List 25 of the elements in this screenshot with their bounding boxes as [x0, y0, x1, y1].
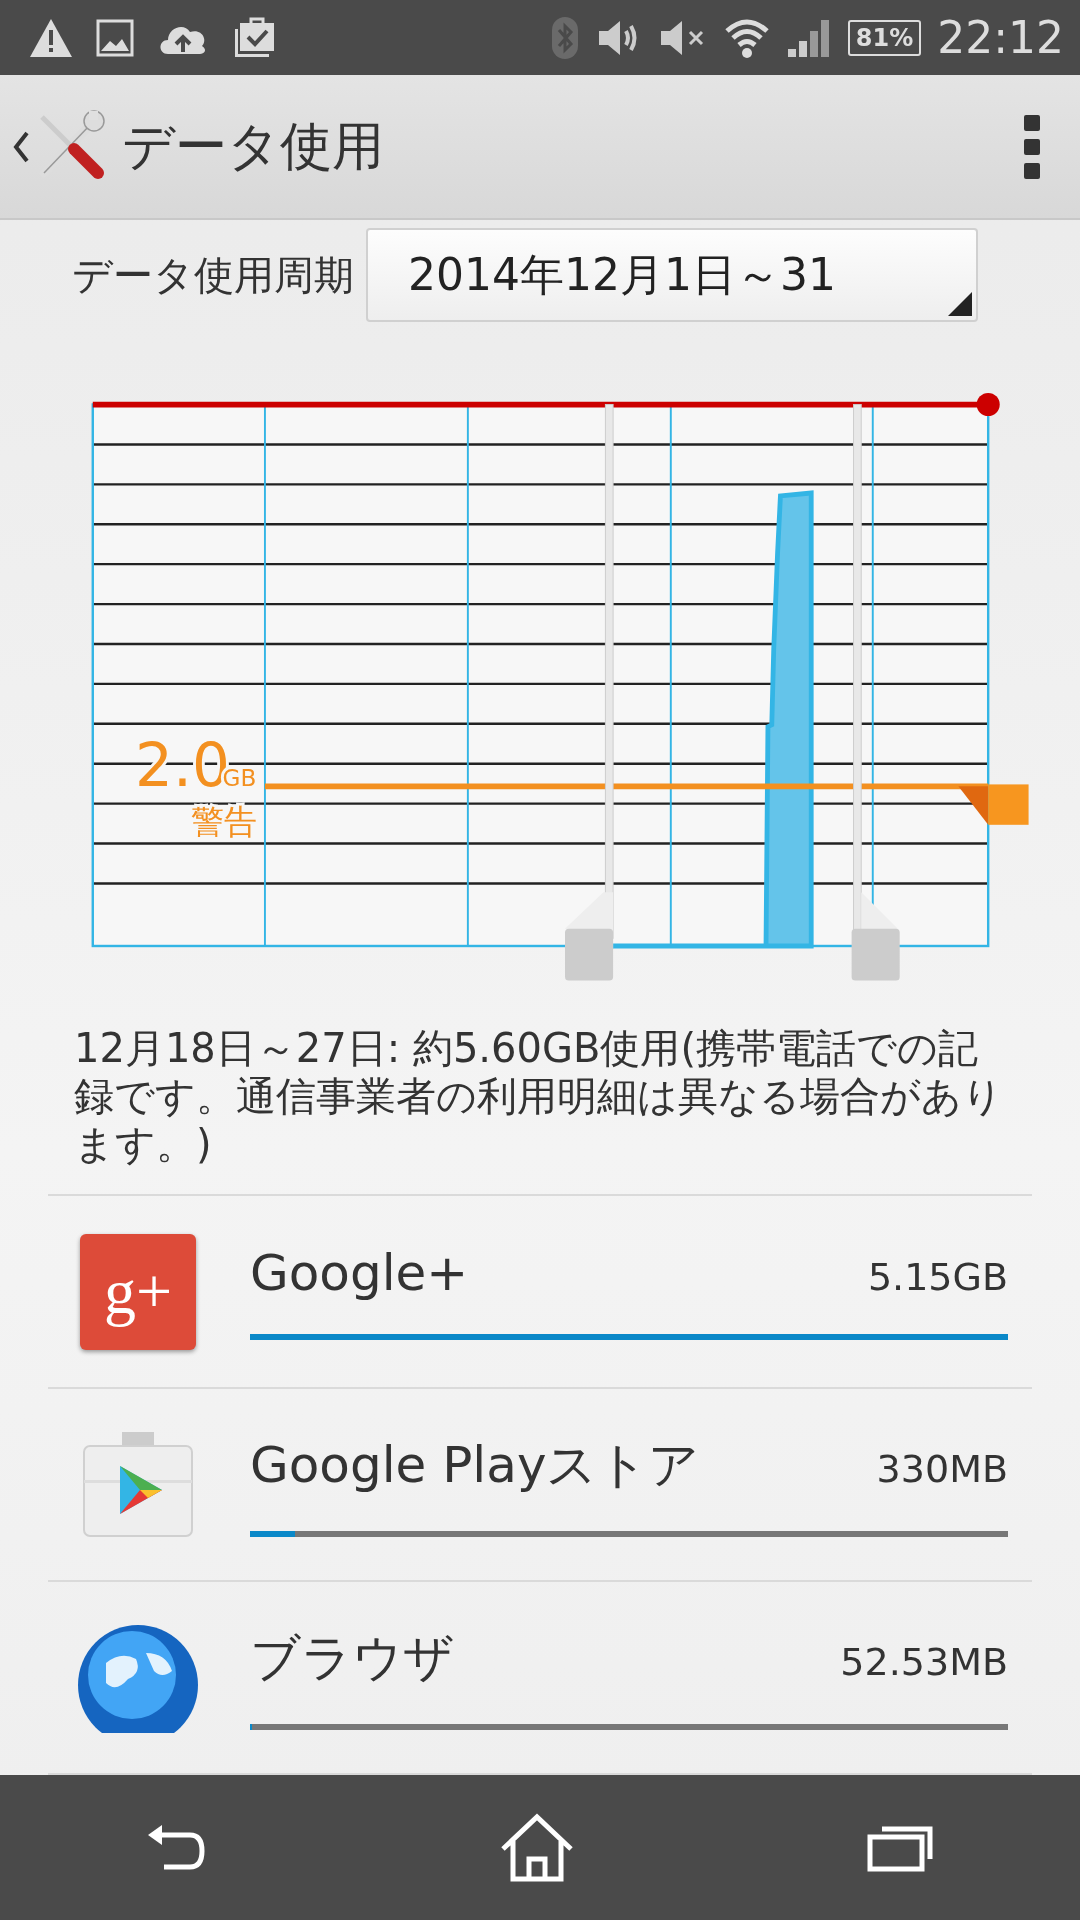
wifi-icon: [723, 16, 770, 59]
app-usage-row[interactable]: g+ Google+ 5.15GB: [48, 1196, 1032, 1389]
app-icon: g+: [80, 1233, 196, 1350]
clock-time: 22:12: [937, 12, 1064, 63]
bag-icon: [82, 1429, 194, 1540]
warning-label: 警告: [191, 802, 258, 841]
app-usage-amount: 5.15GB: [867, 1254, 1008, 1299]
app-usage-row[interactable]: ブラウザ 52.53MB: [48, 1582, 1032, 1775]
cycle-label: データ使用周期: [72, 250, 354, 300]
range-end-handle[interactable]: [851, 404, 900, 981]
app-name: ブラウザ: [250, 1628, 454, 1689]
app-usage-row[interactable]: Google Playストア 330MB: [48, 1389, 1032, 1582]
back-caret-icon: [12, 129, 30, 164]
app-name: Google+: [250, 1243, 469, 1302]
image-icon: [96, 18, 134, 57]
battery-indicator: 81%: [847, 19, 922, 56]
globe-icon: [76, 1622, 200, 1733]
range-start-handle[interactable]: [565, 404, 614, 981]
cycle-dropdown[interactable]: 2014年12月1日～31: [366, 228, 978, 322]
app-usage-amount: 330MB: [876, 1447, 1008, 1491]
usage-summary: 12月18日～27日: 約5.60GB使用(携帯電話での記録です。通信事業者の利用明細は異なる場合があります。): [74, 1024, 1004, 1168]
app-name: Google Playストア: [250, 1435, 700, 1496]
app-usage-amount: 52.53MB: [840, 1640, 1008, 1684]
screen-title: データ使用: [122, 114, 385, 178]
dropdown-corner-icon: [948, 292, 972, 316]
